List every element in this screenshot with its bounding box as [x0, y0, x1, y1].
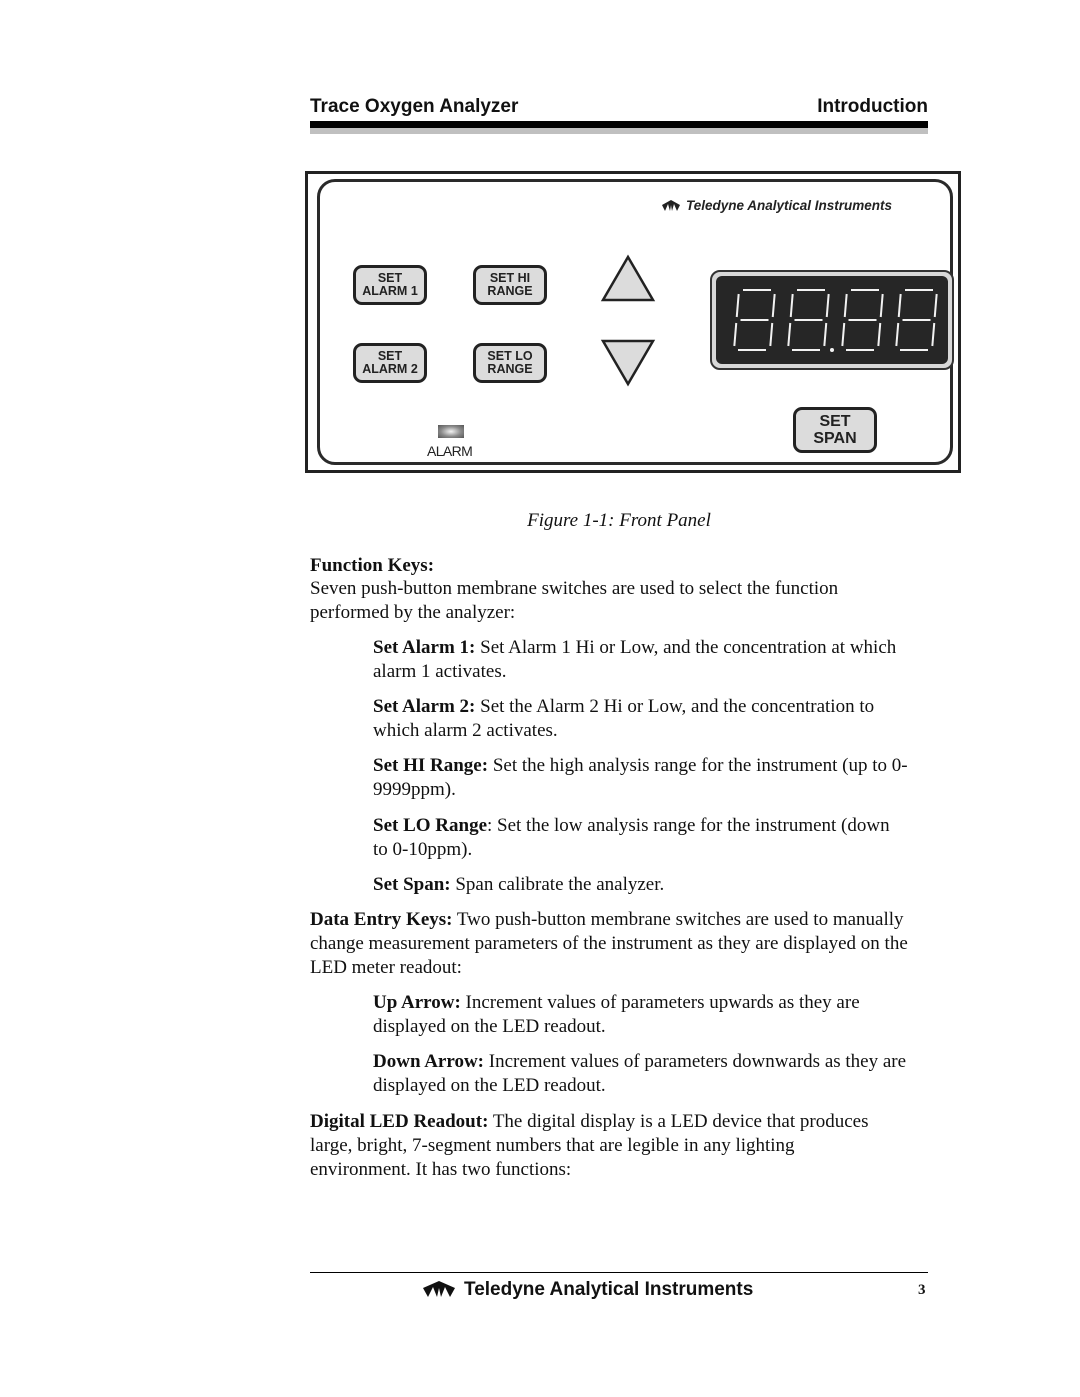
led-readout-term: Digital LED Readout: — [310, 1111, 489, 1132]
key-label-line: ALARM 1 — [362, 284, 418, 298]
key-label-line: SPAN — [813, 430, 857, 447]
led-segment — [931, 322, 936, 347]
function-keys-heading: Function Keys: — [310, 555, 435, 576]
led-segment — [841, 322, 846, 347]
led-segment — [877, 322, 882, 347]
led-segment — [843, 293, 848, 318]
led-segment — [823, 322, 828, 347]
teledyne-logo-icon — [662, 200, 680, 211]
header-rule-black — [310, 121, 928, 128]
led-segment — [895, 322, 900, 347]
led-segment — [825, 293, 830, 318]
set-alarm-2-button[interactable]: SET ALARM 2 — [353, 343, 427, 383]
data-entry-item: Down Arrow: Increment values of paramete… — [373, 1050, 913, 1098]
data-entry-item-term: Up Arrow: — [373, 992, 461, 1013]
document-title: Trace Oxygen Analyzer — [310, 96, 519, 117]
triangle-up-icon — [600, 254, 656, 302]
front-panel: Teledyne Analytical Instruments SET ALAR… — [317, 179, 954, 465]
led-segment — [733, 322, 738, 347]
led-screen — [716, 276, 948, 364]
led-segment — [897, 293, 902, 318]
data-entry-item: Up Arrow: Increment values of parameters… — [373, 991, 923, 1039]
function-item-term: Set LO Range — [373, 815, 487, 836]
function-item: Set Alarm 1: Set Alarm 1 Hi or Low, and … — [373, 636, 913, 684]
function-item: Set HI Range: Set the high analysis rang… — [373, 754, 933, 802]
down-arrow-button[interactable] — [600, 339, 656, 387]
panel-brand-text: Teledyne Analytical Instruments — [686, 198, 893, 213]
function-item-term: Set Alarm 1: — [373, 637, 476, 658]
function-item-term: Set Span: — [373, 874, 451, 895]
alarm-indicator-light — [438, 425, 464, 438]
led-display — [710, 270, 954, 370]
set-span-button[interactable]: SET SPAN — [793, 407, 877, 453]
alarm-label: ALARM — [427, 443, 473, 459]
teledyne-logo-icon — [423, 1281, 455, 1297]
key-label-line: RANGE — [487, 284, 533, 298]
panel-brand: Teledyne Analytical Instruments — [660, 198, 892, 213]
function-item: Set LO Range: Set the low analysis range… — [373, 814, 903, 862]
footer-rule — [310, 1272, 928, 1273]
set-hi-range-button[interactable]: SET HI RANGE — [473, 265, 547, 305]
page-number: 3 — [918, 1282, 926, 1298]
led-segment — [735, 293, 740, 318]
header-rule-gray — [310, 128, 928, 134]
up-arrow-button[interactable] — [600, 254, 656, 302]
led-readout-paragraph: Digital LED Readout: The digital display… — [310, 1110, 880, 1182]
section-title: Introduction — [817, 96, 928, 117]
led-digits — [733, 289, 938, 352]
page-header: Trace Oxygen Analyzer Introduction — [310, 96, 928, 120]
led-segment — [771, 293, 776, 318]
set-lo-range-button[interactable]: SET LO RANGE — [473, 343, 547, 383]
data-entry-term: Data Entry Keys: — [310, 909, 453, 930]
function-item: Set Alarm 2: Set the Alarm 2 Hi or Low, … — [373, 695, 923, 743]
data-entry-item-term: Down Arrow: — [373, 1051, 485, 1072]
key-label-line: SET — [819, 413, 851, 430]
function-item-text: Span calibrate the analyzer. — [450, 874, 665, 895]
function-keys-intro: Seven push-button membrane switches are … — [310, 578, 839, 623]
led-decimal-point — [830, 348, 834, 352]
function-item-term: Set Alarm 2: — [373, 696, 476, 717]
function-item: Set Span: Span calibrate the analyzer. — [373, 873, 933, 897]
triangle-down-icon — [600, 339, 656, 387]
front-panel-figure: Teledyne Analytical Instruments SET ALAR… — [305, 171, 961, 473]
figure-caption: Figure 1-1: Front Panel — [527, 510, 711, 531]
key-label-line: ALARM 2 — [362, 362, 418, 376]
led-segment — [769, 322, 774, 347]
led-segment — [789, 293, 794, 318]
key-label-line: RANGE — [487, 362, 533, 376]
led-segment — [879, 293, 884, 318]
led-segment — [933, 293, 938, 318]
led-segment — [787, 322, 792, 347]
footer-brand: Teledyne Analytical Instruments — [420, 1279, 753, 1301]
function-item-term: Set HI Range: — [373, 755, 489, 776]
footer-brand-text: Teledyne Analytical Instruments — [464, 1279, 754, 1300]
set-alarm-1-button[interactable]: SET ALARM 1 — [353, 265, 427, 305]
data-entry-keys-paragraph: Data Entry Keys: Two push-button membran… — [310, 908, 925, 980]
